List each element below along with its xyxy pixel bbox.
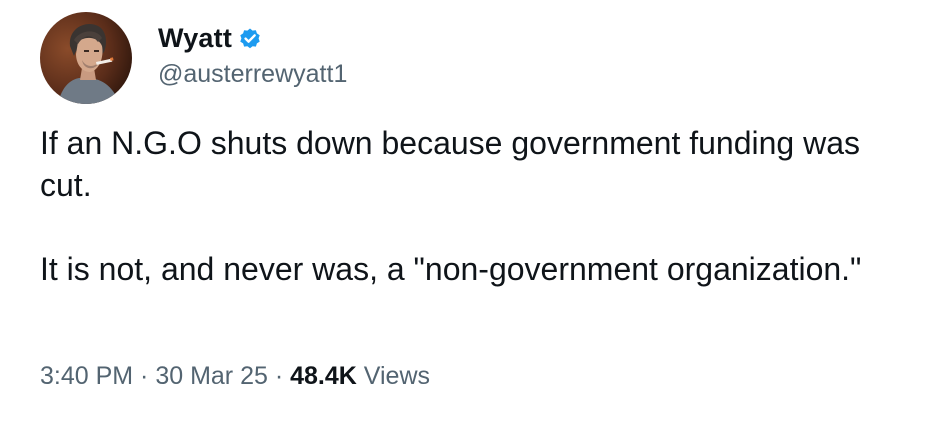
tweet-card: Wyatt @austerrewyatt1 If an N.G.O shuts …: [0, 0, 942, 422]
display-name[interactable]: Wyatt: [158, 23, 232, 54]
name-row: Wyatt: [158, 22, 347, 56]
tweet-meta: 3:40 PM · 30 Mar 25 · 48.4K Views: [40, 362, 430, 391]
verified-badge-icon: [238, 27, 262, 51]
author-names: Wyatt @austerrewyatt1: [158, 22, 347, 89]
author-handle[interactable]: @austerrewyatt1: [158, 60, 347, 89]
meta-separator: ·: [267, 362, 291, 390]
avatar[interactable]: [40, 12, 132, 104]
tweet-time[interactable]: 3:40 PM: [40, 362, 133, 390]
tweet-paragraph: It is not, and never was, a "non-governm…: [40, 251, 862, 287]
meta-separator: ·: [133, 362, 156, 390]
tweet-paragraph: If an N.G.O shuts down because governmen…: [40, 125, 861, 203]
views-count[interactable]: 48.4K: [290, 362, 357, 390]
avatar-image: [40, 12, 132, 104]
tweet-date[interactable]: 30 Mar 25: [155, 362, 268, 390]
views-label: Views: [356, 362, 431, 390]
tweet-text: If an N.G.O shuts down because governmen…: [40, 122, 920, 290]
tweet-header: Wyatt @austerrewyatt1: [40, 12, 347, 104]
